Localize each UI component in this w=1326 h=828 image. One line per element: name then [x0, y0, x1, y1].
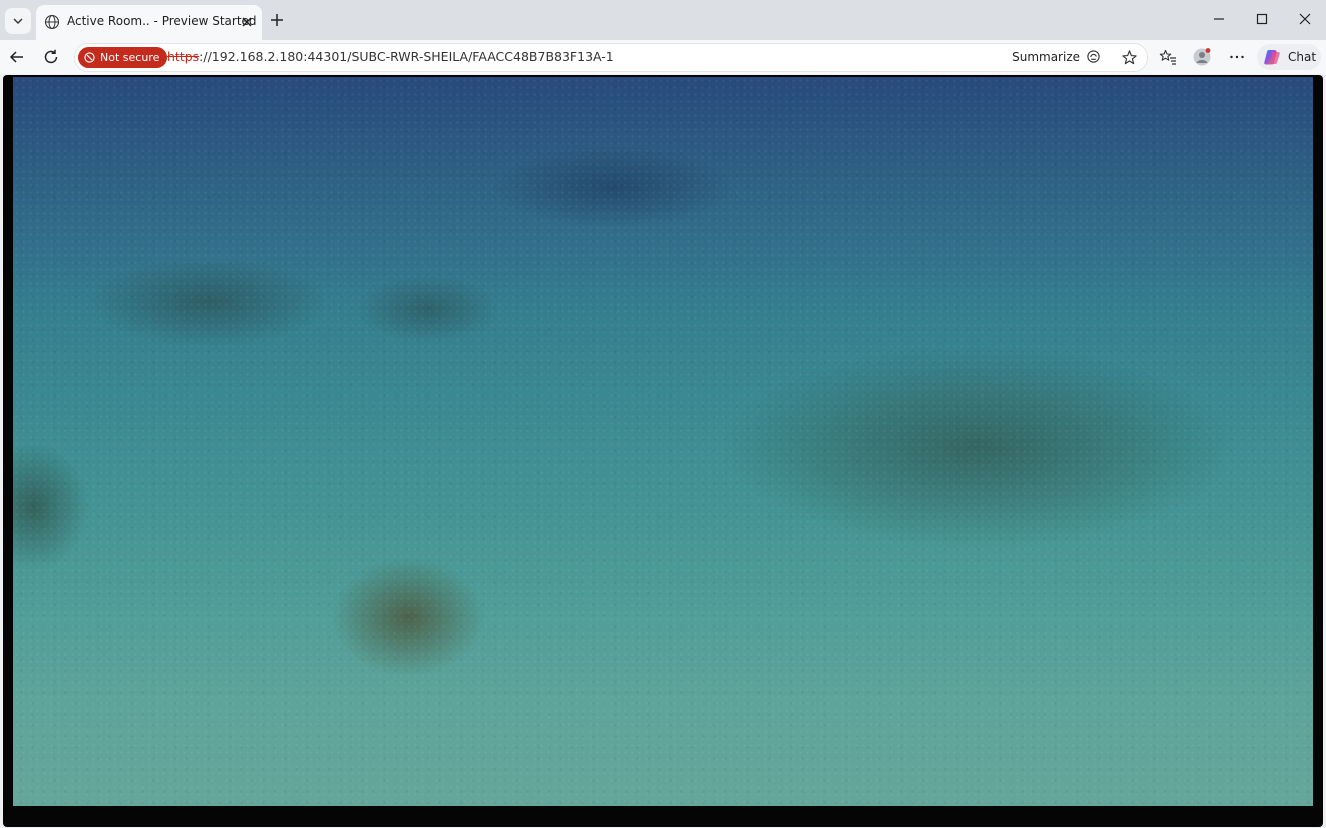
maximize-icon[interactable] — [1254, 11, 1270, 27]
summarize-button[interactable]: Summarize — [1012, 49, 1101, 64]
refresh-icon[interactable] — [42, 48, 60, 66]
tab-strip: Active Room.. - Preview Started — [0, 0, 1326, 40]
toolbar: Not secure https://192.168.2.180:44301/S… — [0, 40, 1326, 74]
warning-shield-icon — [84, 52, 95, 63]
more-options-icon[interactable] — [1228, 48, 1246, 66]
not-secure-badge[interactable]: Not secure — [78, 47, 168, 68]
url-text[interactable]: https://192.168.2.180:44301/SUBC-RWR-SHE… — [167, 49, 614, 64]
copilot-chat-button[interactable]: Chat — [1257, 44, 1321, 70]
url-scheme: https — [167, 49, 200, 64]
summarize-icon — [1087, 50, 1100, 63]
address-bar[interactable]: Not secure https://192.168.2.180:44301/S… — [74, 43, 1148, 72]
page-content — [3, 75, 1323, 827]
new-tab-icon[interactable] — [268, 11, 286, 29]
summarize-label: Summarize — [1012, 49, 1080, 64]
globe-icon — [44, 14, 60, 30]
back-arrow-icon[interactable] — [8, 48, 26, 66]
minimize-icon[interactable] — [1211, 11, 1227, 27]
tab-list-button[interactable] — [5, 8, 31, 34]
video-texture — [13, 77, 1313, 806]
underwater-video-feed[interactable] — [13, 77, 1313, 806]
star-icon[interactable] — [1121, 49, 1138, 66]
profile-avatar-icon[interactable] — [1193, 48, 1211, 66]
favorites-icon[interactable] — [1159, 48, 1177, 66]
url-path: ://192.168.2.180:44301/SUBC-RWR-SHEILA/F… — [199, 49, 614, 64]
tab-title: Active Room.. - Preview Started — [67, 14, 257, 28]
close-window-icon[interactable] — [1297, 11, 1313, 27]
chat-label: Chat — [1288, 50, 1317, 64]
chevron-down-icon — [13, 18, 23, 24]
copilot-icon — [1264, 50, 1280, 65]
close-icon[interactable] — [240, 15, 254, 29]
tab-active[interactable]: Active Room.. - Preview Started — [36, 5, 262, 40]
not-secure-label: Not secure — [100, 51, 160, 64]
